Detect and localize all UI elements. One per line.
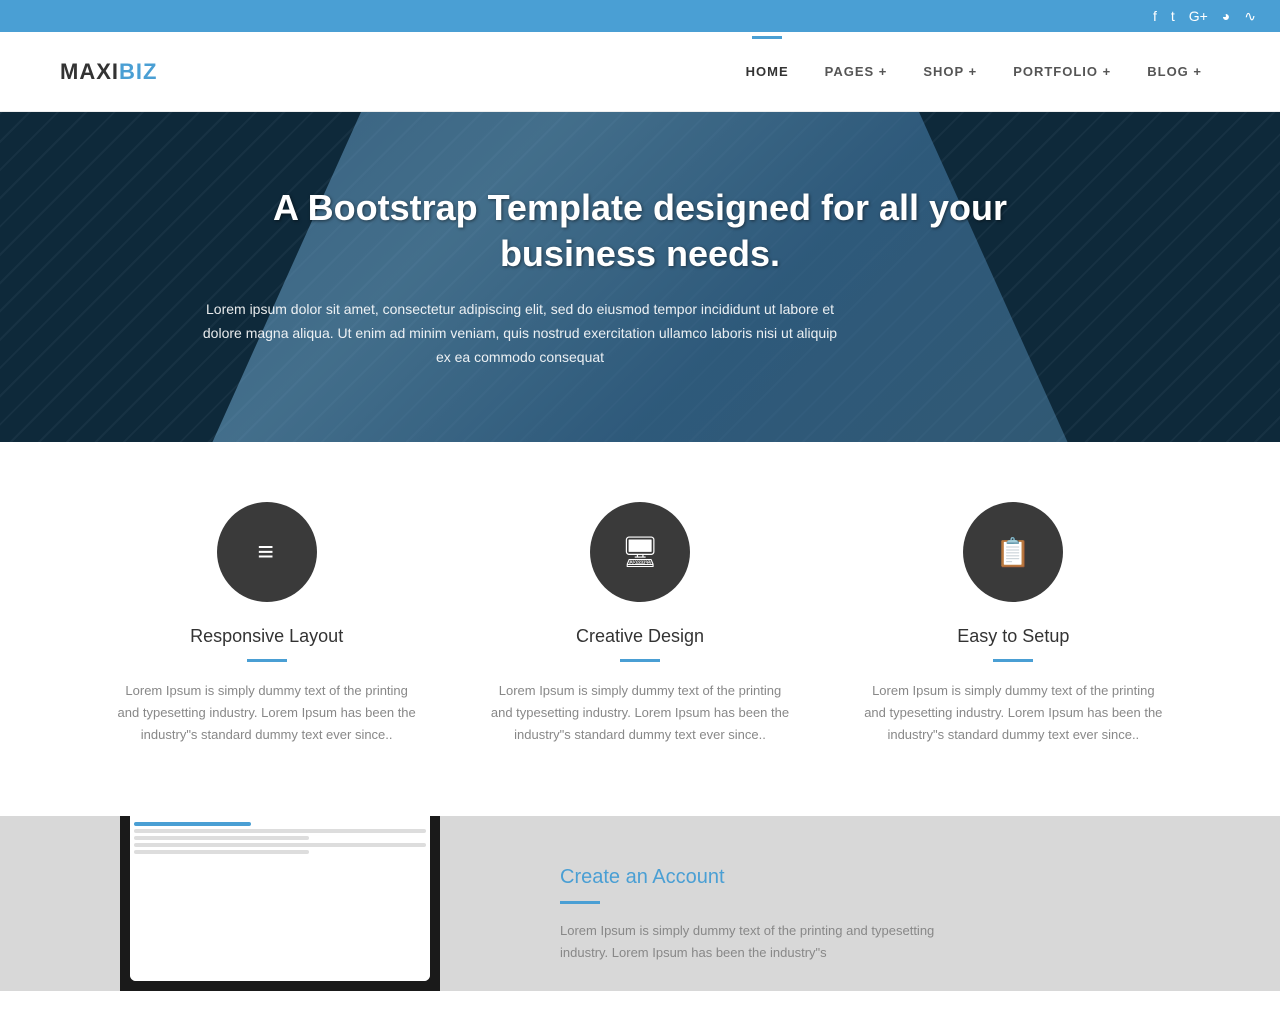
creative-design-icon-circle: 🖥 xyxy=(590,502,690,602)
nav-pages[interactable]: PAGES + xyxy=(807,36,906,107)
facebook-icon[interactable]: f xyxy=(1153,8,1157,24)
easy-setup-title: Easy to Setup xyxy=(957,626,1069,647)
top-bar: f t G+ ◕ ∿ xyxy=(0,0,1280,32)
hero-content: A Bootstrap Template designed for all yo… xyxy=(200,185,1080,370)
feature-responsive-layout: ≡ Responsive Layout Lorem Ipsum is simpl… xyxy=(117,502,417,746)
hero-heading: A Bootstrap Template designed for all yo… xyxy=(200,185,1080,279)
rss-icon[interactable]: ∿ xyxy=(1244,8,1256,25)
googleplus-icon[interactable]: G+ xyxy=(1189,8,1208,24)
logo-part1: MAXI xyxy=(60,59,119,84)
tablet-screen xyxy=(130,816,430,981)
creative-design-title: Creative Design xyxy=(576,626,704,647)
main-nav: HOME PAGES + SHOP + PORTFOLIO + BLOG + xyxy=(728,36,1220,107)
bottom-divider xyxy=(560,901,600,904)
nav-portfolio[interactable]: PORTFOLIO + xyxy=(995,36,1129,107)
nav-shop[interactable]: SHOP + xyxy=(905,36,995,107)
tablet-mockup xyxy=(120,816,440,991)
tablet-screen-body xyxy=(130,816,430,981)
features-section: ≡ Responsive Layout Lorem Ipsum is simpl… xyxy=(0,442,1280,816)
responsive-layout-text: Lorem Ipsum is simply dummy text of the … xyxy=(117,680,417,746)
device-mockup xyxy=(80,831,420,991)
creative-design-divider xyxy=(620,659,660,662)
twitter-icon[interactable]: t xyxy=(1171,8,1175,24)
bottom-heading: Create an Account xyxy=(560,866,960,889)
hero-section: A Bootstrap Template designed for all yo… xyxy=(0,112,1280,442)
easy-setup-divider xyxy=(993,659,1033,662)
book-icon: 📋 xyxy=(996,536,1031,569)
site-header: MAXIBIZ HOME PAGES + SHOP + PORTFOLIO + … xyxy=(0,32,1280,112)
easy-setup-icon-circle: 📋 xyxy=(963,502,1063,602)
bottom-content: Create an Account Lorem Ipsum is simply … xyxy=(560,856,960,964)
logo-part2: BIZ xyxy=(119,59,157,84)
tablet-line-5 xyxy=(134,850,309,854)
laptop-icon: 🖥 xyxy=(621,535,659,570)
hamburger-icon: ≡ xyxy=(257,538,275,566)
tablet-line-2 xyxy=(134,829,426,833)
feature-easy-setup: 📋 Easy to Setup Lorem Ipsum is simply du… xyxy=(863,502,1163,746)
responsive-layout-divider xyxy=(247,659,287,662)
bottom-section: Create an Account Lorem Ipsum is simply … xyxy=(0,816,1280,991)
creative-design-text: Lorem Ipsum is simply dummy text of the … xyxy=(490,680,790,746)
tablet-line-3 xyxy=(134,836,309,840)
responsive-layout-title: Responsive Layout xyxy=(190,626,343,647)
watermark: www.bharitayachristiancollege.com xyxy=(8,1006,148,1016)
tablet-line-1 xyxy=(134,822,251,826)
responsive-layout-icon-circle: ≡ xyxy=(217,502,317,602)
site-logo[interactable]: MAXIBIZ xyxy=(60,59,157,85)
hero-subtext: Lorem ipsum dolor sit amet, consectetur … xyxy=(200,298,840,369)
nav-blog[interactable]: BLOG + xyxy=(1129,36,1220,107)
tablet-line-4 xyxy=(134,843,426,847)
feature-creative-design: 🖥 Creative Design Lorem Ipsum is simply … xyxy=(490,502,790,746)
easy-setup-text: Lorem Ipsum is simply dummy text of the … xyxy=(863,680,1163,746)
nav-home[interactable]: HOME xyxy=(728,36,807,107)
dribbble-icon[interactable]: ◕ xyxy=(1222,8,1230,24)
bottom-text: Lorem Ipsum is simply dummy text of the … xyxy=(560,920,960,964)
